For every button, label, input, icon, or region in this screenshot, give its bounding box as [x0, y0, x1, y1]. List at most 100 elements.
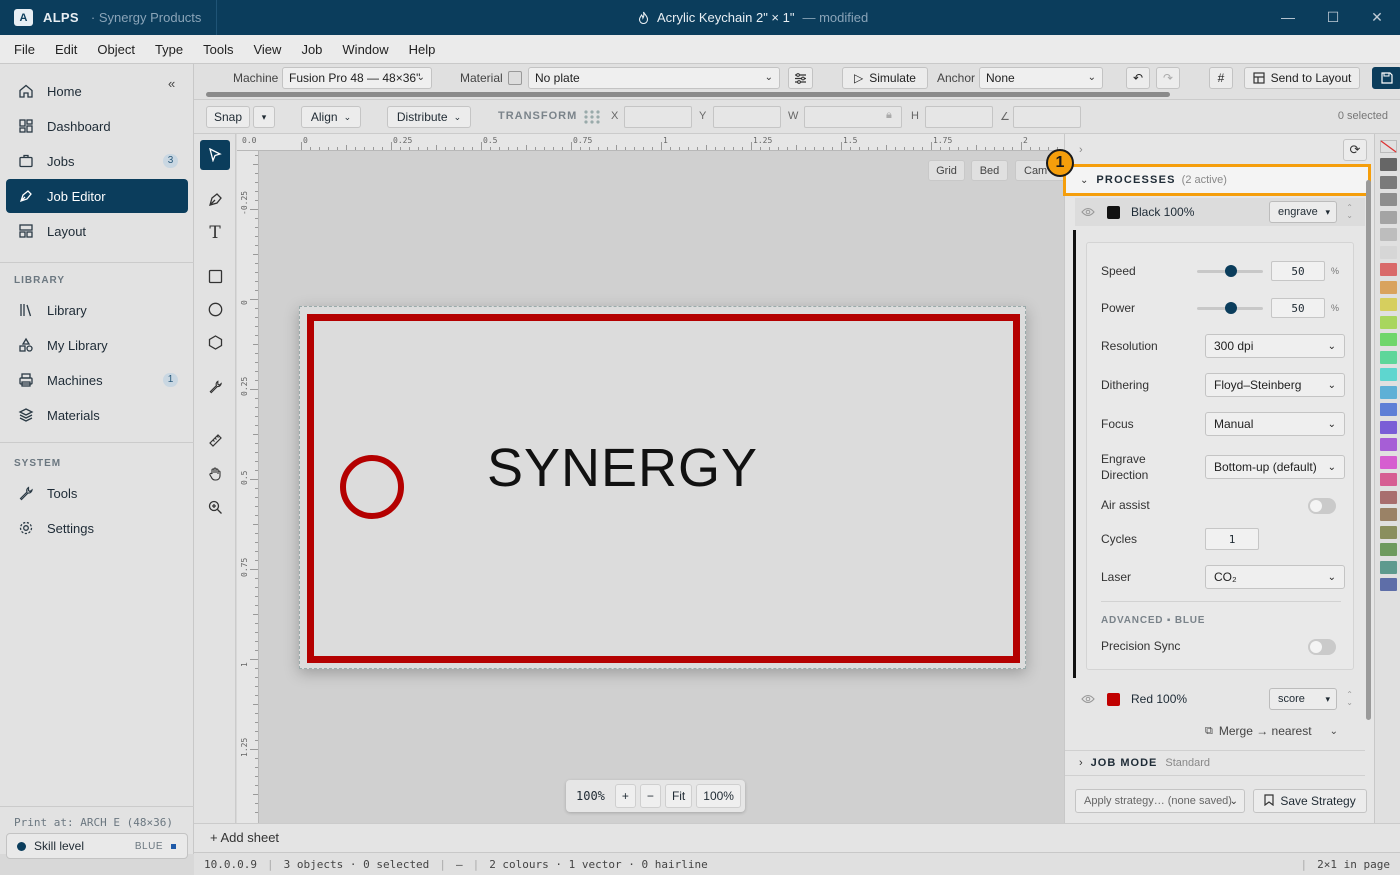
palette-color-swatch[interactable] — [1380, 438, 1397, 451]
ellipse-tool-icon[interactable] — [200, 294, 230, 324]
process-row-black[interactable]: Black 100% engrave ▾ ⌃ ⌄ — [1075, 198, 1365, 226]
palette-color-swatch[interactable] — [1380, 368, 1397, 381]
machine-select[interactable]: Fusion Pro 48 — 48×36" ⌄ — [282, 67, 432, 89]
palette-color-swatch[interactable] — [1380, 280, 1397, 294]
sidebar-item-materials[interactable]: Materials — [6, 398, 188, 432]
palette-color-swatch[interactable] — [1380, 350, 1397, 364]
no-color-swatch-icon[interactable] — [1380, 140, 1397, 153]
palette-color-swatch[interactable] — [1380, 525, 1397, 539]
polygon-tool-icon[interactable] — [200, 327, 230, 357]
palette-color-swatch[interactable] — [1380, 175, 1397, 189]
sidebar-item-layout[interactable]: Layout — [6, 214, 188, 248]
palette-color-swatch[interactable] — [1380, 245, 1397, 259]
job-mode-header[interactable]: › JOB MODE Standard — [1065, 750, 1365, 776]
zoom-tool-icon[interactable] — [200, 492, 230, 522]
wrench-tool-icon[interactable] — [200, 371, 230, 401]
palette-color-swatch[interactable] — [1380, 403, 1397, 416]
simulate-button[interactable]: ▷ Simulate — [842, 67, 928, 89]
h-input[interactable] — [925, 106, 993, 128]
reorder-handle-icon[interactable]: ⌃ ⌄ — [1346, 204, 1353, 220]
palette-color-swatch[interactable] — [1380, 508, 1397, 521]
speed-input[interactable]: 50 — [1271, 261, 1325, 281]
anchor-select[interactable]: None ⌄ — [979, 67, 1103, 89]
palette-color-swatch[interactable] — [1380, 455, 1397, 469]
skill-level-selector[interactable]: Skill level BLUE — [6, 833, 188, 859]
select-tool-icon[interactable] — [200, 140, 230, 170]
y-input[interactable] — [713, 106, 781, 128]
save-strategy-button[interactable]: Save Strategy — [1253, 789, 1367, 813]
power-slider-knob[interactable] — [1225, 302, 1237, 314]
palette-color-swatch[interactable] — [1380, 263, 1397, 276]
hand-tool-icon[interactable] — [200, 458, 230, 488]
snap-dropdown-icon[interactable]: ▾ — [253, 106, 275, 128]
eye-icon[interactable] — [1081, 692, 1095, 707]
dithering-select[interactable]: Floyd–Steinberg ⌄ — [1205, 373, 1345, 397]
sidebar-item-library[interactable]: Library — [6, 293, 188, 327]
lock-icon[interactable]: 🔒︎ — [886, 109, 892, 122]
focus-select[interactable]: Manual ⌄ — [1205, 412, 1345, 436]
process-mode-select[interactable]: engrave ▾ — [1269, 201, 1337, 223]
undo-icon[interactable]: ↶ — [1126, 67, 1150, 89]
sidebar-item-settings[interactable]: Settings — [6, 511, 188, 545]
sidebar-item-my-library[interactable]: My Library — [6, 328, 188, 362]
palette-color-swatch[interactable] — [1380, 210, 1397, 224]
send-to-layout-button[interactable]: Send to Layout — [1244, 67, 1360, 89]
power-input[interactable]: 50 — [1271, 298, 1325, 318]
air-assist-toggle[interactable] — [1308, 498, 1336, 514]
rectangle-tool-icon[interactable] — [200, 261, 230, 291]
resolution-select[interactable]: 300 dpi ⌄ — [1205, 334, 1345, 358]
refresh-icon[interactable]: ⟳ — [1343, 139, 1367, 161]
minimize-icon[interactable]: — — [1280, 9, 1296, 25]
menu-object[interactable]: Object — [97, 42, 135, 57]
sliders-icon[interactable] — [788, 67, 813, 89]
zoom-in-button[interactable]: + — [614, 784, 636, 808]
angle-input[interactable] — [1013, 106, 1081, 128]
maximize-icon[interactable]: ☐ — [1325, 9, 1341, 25]
cycles-input[interactable]: 1 — [1205, 528, 1259, 550]
close-icon[interactable]: ✕ — [1369, 9, 1385, 25]
palette-color-swatch[interactable] — [1380, 560, 1397, 574]
palette-color-swatch[interactable] — [1380, 193, 1397, 206]
palette-color-swatch[interactable] — [1380, 298, 1397, 311]
panel-scrollbar[interactable] — [1366, 180, 1371, 720]
zoom-out-button[interactable]: − — [639, 784, 661, 808]
save-icon[interactable] — [1372, 67, 1400, 89]
menu-help[interactable]: Help — [409, 42, 436, 57]
zoom-100-button[interactable]: 100% — [696, 784, 741, 808]
palette-color-swatch[interactable] — [1380, 333, 1397, 346]
panel-expand-icon[interactable]: › — [1079, 144, 1083, 156]
bed-toggle-button[interactable]: Bed — [971, 160, 1008, 181]
zoom-fit-button[interactable]: Fit — [664, 784, 693, 808]
palette-color-swatch[interactable] — [1380, 543, 1397, 556]
sidebar-item-job-editor[interactable]: Job Editor — [6, 179, 188, 213]
sidebar-item-dashboard[interactable]: Dashboard — [6, 109, 188, 143]
apply-strategy-select[interactable]: Apply strategy… (none saved) ⌄ — [1075, 789, 1245, 813]
menu-window[interactable]: Window — [342, 42, 388, 57]
menu-view[interactable]: View — [253, 42, 281, 57]
precision-sync-toggle[interactable] — [1308, 639, 1336, 655]
sidebar-item-home[interactable]: Home — [6, 74, 188, 108]
menu-type[interactable]: Type — [155, 42, 183, 57]
process-mode-select[interactable]: score ▾ — [1269, 688, 1337, 710]
palette-color-swatch[interactable] — [1380, 473, 1397, 486]
process-row-red[interactable]: Red 100% score ▾ ⌃ ⌄ — [1075, 685, 1365, 713]
acrylic-plate[interactable]: SYNERGY — [299, 306, 1026, 669]
sidebar-item-tools[interactable]: Tools — [6, 476, 188, 510]
palette-color-swatch[interactable] — [1380, 578, 1397, 591]
engrave-direction-select[interactable]: Bottom-up (default) ⌄ — [1205, 455, 1345, 479]
power-slider[interactable] — [1197, 302, 1263, 314]
palette-color-swatch[interactable] — [1380, 315, 1397, 329]
menu-tools[interactable]: Tools — [203, 42, 233, 57]
redo-icon[interactable]: ↷ — [1156, 67, 1180, 89]
material-select[interactable]: No plate ⌄ — [528, 67, 780, 89]
palette-color-swatch[interactable] — [1380, 420, 1397, 434]
x-input[interactable] — [624, 106, 692, 128]
design-text[interactable]: SYNERGY — [300, 437, 945, 499]
align-button[interactable]: Align ⌄ — [301, 106, 361, 128]
processes-header[interactable]: ⌄ PROCESSES (2 active) — [1063, 164, 1371, 196]
grid-hash-icon[interactable]: # — [1209, 67, 1233, 89]
merge-control[interactable]: ⧉ Merge → nearest ⌄ — [1205, 724, 1338, 738]
menu-job[interactable]: Job — [301, 42, 322, 57]
grid-toggle-button[interactable]: Grid — [928, 160, 965, 181]
text-tool-icon[interactable]: T — [200, 218, 230, 248]
